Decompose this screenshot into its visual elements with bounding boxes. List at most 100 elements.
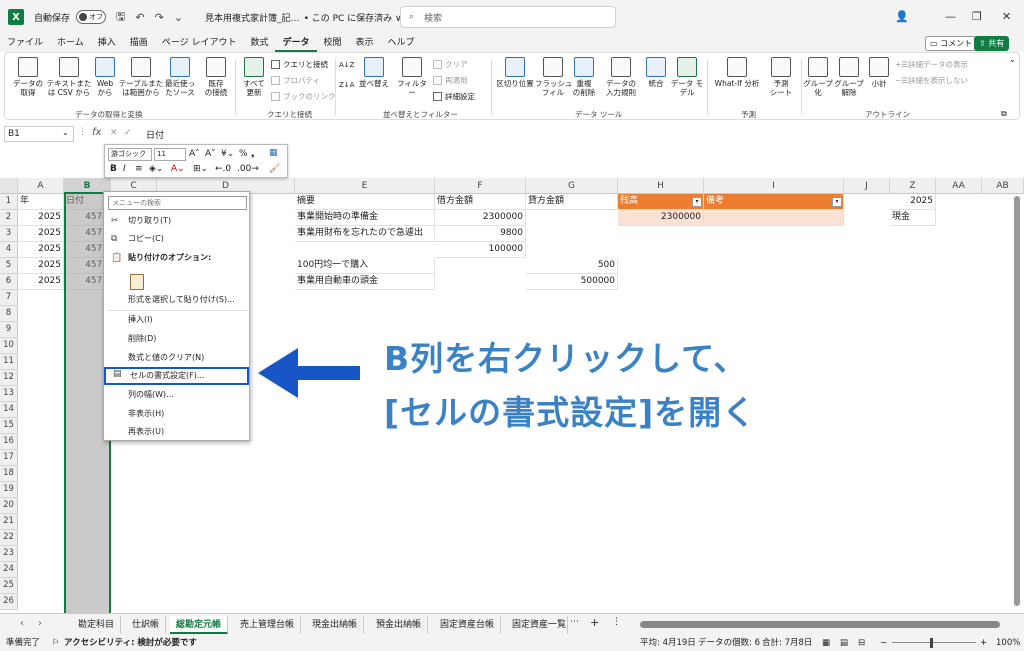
cell-f3[interactable]: 9800: [435, 226, 526, 242]
forecast-sheet-button[interactable]: 予測 シート: [763, 57, 799, 97]
row-header[interactable]: 1: [0, 194, 18, 210]
comma-style-icon[interactable]: ❟: [251, 149, 255, 159]
cell-e3[interactable]: 事業用財布を忘れたので急遽出: [295, 226, 435, 242]
zoom-out-icon[interactable]: −: [880, 635, 887, 651]
what-if-analysis-button[interactable]: What-If 分析: [709, 57, 765, 88]
menu-item-hide[interactable]: 非表示(H): [104, 405, 249, 423]
cell-i2[interactable]: [704, 210, 844, 226]
menu-item-cut[interactable]: ✂ 切り取り(T): [104, 212, 249, 230]
text-to-columns-button[interactable]: 区切り位置: [495, 57, 535, 88]
cell-a3[interactable]: 2025: [18, 226, 64, 242]
row-header[interactable]: 12: [0, 370, 18, 386]
recent-sources-button[interactable]: 最近使っ たソース: [161, 57, 199, 97]
sheet-tab[interactable]: 預金出納帳: [370, 616, 429, 634]
cell-e6[interactable]: 事業用自動車の頭金: [295, 274, 435, 290]
from-text-csv-button[interactable]: テキストまた は CSV から: [45, 57, 93, 97]
borders-icon[interactable]: ⊞⌄: [193, 164, 208, 174]
show-detail-button[interactable]: +☰ 詳細データの表示: [895, 59, 968, 70]
cancel-icon[interactable]: ✕: [110, 128, 118, 138]
cell-g5[interactable]: 500: [526, 258, 618, 274]
format-painter-icon[interactable]: 🖌: [269, 164, 280, 174]
menu-item-paste-special[interactable]: 形式を選択して貼り付け(S)...: [104, 291, 249, 309]
zoom-level[interactable]: 100%: [996, 635, 1020, 651]
undo-icon[interactable]: ↶: [135, 11, 144, 24]
cell-e1[interactable]: 摘要: [295, 194, 435, 210]
row-header[interactable]: 4: [0, 242, 18, 258]
save-location[interactable]: • この PC に保存済み ∨: [304, 11, 402, 24]
tab-review[interactable]: 校閲: [317, 36, 349, 52]
tab-page-layout[interactable]: ページ レイアウト: [155, 36, 244, 52]
row-header[interactable]: 6: [0, 274, 18, 290]
cell-z2[interactable]: 現金: [890, 210, 936, 226]
cell-e2[interactable]: 事業開始時の準備金: [295, 210, 435, 226]
hide-detail-button[interactable]: −☰ 詳細を表示しない: [895, 75, 968, 86]
advanced-filter-button[interactable]: 詳細設定: [433, 91, 475, 102]
workbook-links-button[interactable]: ブックのリンク: [271, 91, 336, 102]
column-header[interactable]: Z: [890, 178, 936, 194]
user-icon[interactable]: 👤: [895, 10, 909, 23]
close-icon[interactable]: ✕: [1002, 10, 1011, 23]
restore-icon[interactable]: ❐: [972, 10, 982, 23]
enter-icon[interactable]: ✓: [124, 128, 132, 138]
reapply-button[interactable]: 再適用: [433, 75, 468, 86]
column-header[interactable]: J: [844, 178, 890, 194]
row-header[interactable]: 21: [0, 514, 18, 530]
ribbon-collapse-icon[interactable]: ⌄: [1009, 55, 1016, 64]
cell-z1[interactable]: 2025: [890, 194, 936, 210]
row-header[interactable]: 16: [0, 434, 18, 450]
row-header[interactable]: 15: [0, 418, 18, 434]
menu-item-column-width[interactable]: 列の幅(W)...: [104, 386, 249, 404]
tab-draw[interactable]: 描画: [123, 36, 155, 52]
row-header[interactable]: 9: [0, 322, 18, 338]
filter-dropdown-icon[interactable]: ▾: [832, 197, 842, 207]
font-name-select[interactable]: 游ゴシック: [108, 148, 152, 161]
data-model-button[interactable]: データ モ デル: [669, 57, 705, 97]
fill-color-icon[interactable]: ◈⌄: [149, 164, 163, 174]
ungroup-button[interactable]: グループ 解除: [833, 57, 865, 97]
font-size-select[interactable]: 11: [154, 148, 186, 161]
cell-f1[interactable]: 借方金額: [435, 194, 526, 210]
menu-item-unhide[interactable]: 再表示(U): [104, 423, 249, 441]
clear-filter-button[interactable]: クリア: [433, 59, 468, 70]
zoom-in-icon[interactable]: +: [980, 635, 987, 651]
cell-a4[interactable]: 2025: [18, 242, 64, 258]
row-header[interactable]: 5: [0, 258, 18, 274]
insert-function-icon[interactable]: fx: [92, 127, 101, 138]
tab-view[interactable]: 表示: [349, 36, 381, 52]
next-sheet-icon[interactable]: ›: [38, 618, 42, 629]
sheet-tab[interactable]: 仕訳帳: [126, 616, 167, 634]
minimize-icon[interactable]: —: [945, 10, 956, 23]
cell-a1[interactable]: 年: [18, 194, 64, 210]
column-header[interactable]: F: [435, 178, 526, 194]
page-layout-view-icon[interactable]: ▤: [840, 635, 848, 651]
row-header[interactable]: 19: [0, 482, 18, 498]
prev-sheet-icon[interactable]: ‹: [20, 618, 24, 629]
more-sheets-icon[interactable]: ⋯: [570, 617, 579, 627]
normal-view-icon[interactable]: ▦: [822, 635, 830, 651]
tab-formulas[interactable]: 数式: [243, 36, 275, 52]
select-all-corner[interactable]: [0, 178, 18, 194]
column-header[interactable]: E: [295, 178, 435, 194]
cell-a5[interactable]: 2025: [18, 258, 64, 274]
sheet-tab-active[interactable]: 総勘定元帳: [170, 616, 229, 634]
paste-icon[interactable]: [130, 274, 144, 290]
increase-decimal-icon[interactable]: .00→: [237, 164, 259, 174]
consolidate-button[interactable]: 統合: [643, 57, 669, 88]
add-sheet-icon[interactable]: +: [590, 616, 599, 629]
sheet-tab[interactable]: 勘定科目: [72, 616, 122, 634]
queries-connections-button[interactable]: クエリと接続: [271, 59, 328, 70]
cell-g1[interactable]: 貸方金額: [526, 194, 618, 210]
group-button[interactable]: グループ 化: [803, 57, 833, 97]
cell-a2[interactable]: 2025: [18, 210, 64, 226]
tab-data[interactable]: データ: [275, 36, 317, 52]
row-header[interactable]: 22: [0, 530, 18, 546]
formula-input[interactable]: 日付: [146, 128, 164, 141]
column-header[interactable]: AA: [936, 178, 982, 194]
column-header[interactable]: A: [18, 178, 64, 194]
subtotal-button[interactable]: 小計: [867, 57, 891, 88]
search-box[interactable]: ⌕ 検索: [400, 6, 616, 28]
row-header[interactable]: 17: [0, 450, 18, 466]
menu-item-clear-contents[interactable]: 数式と値のクリア(N): [104, 349, 249, 367]
decrease-decimal-icon[interactable]: ←.0: [215, 164, 231, 174]
row-header[interactable]: 14: [0, 402, 18, 418]
